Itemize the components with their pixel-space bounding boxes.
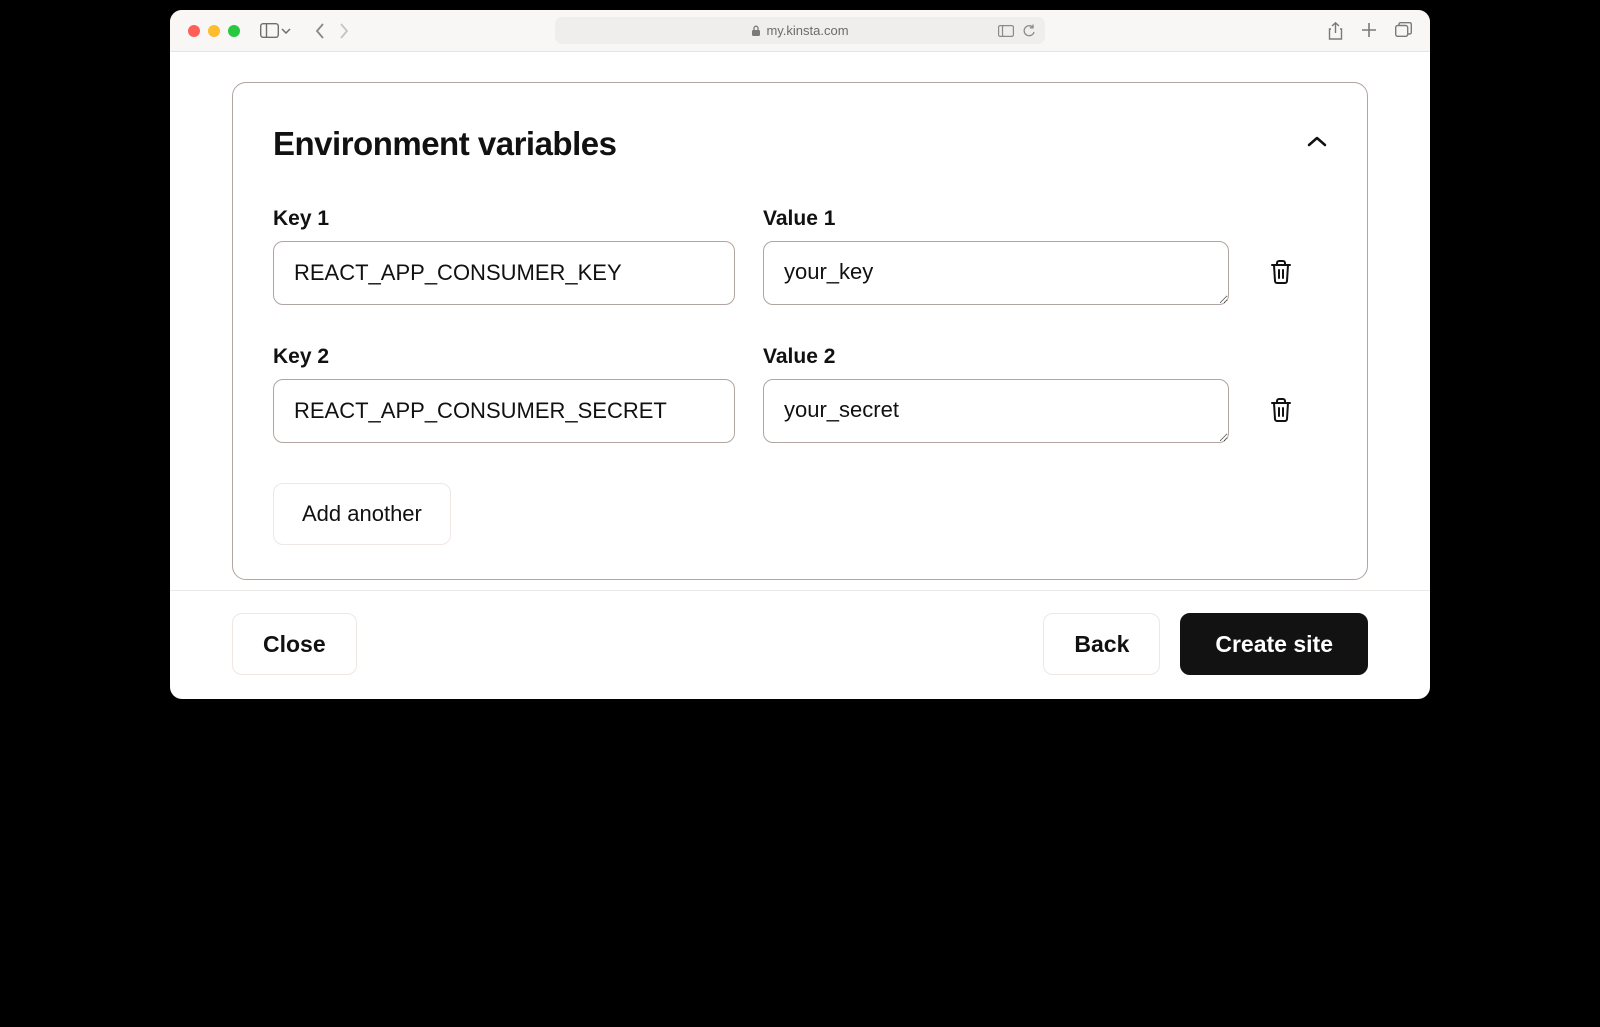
back-button[interactable]: Back: [1043, 613, 1160, 675]
toolbar-left: [260, 23, 349, 39]
env-vars-panel: Environment variables Key 1 Value 1: [232, 82, 1368, 580]
nav-forward-icon[interactable]: [339, 23, 349, 39]
trash-icon: [1269, 259, 1293, 285]
add-another-button[interactable]: Add another: [273, 483, 451, 545]
chevron-down-icon[interactable]: [281, 28, 291, 34]
value-label: Value 2: [763, 345, 1229, 369]
key-label: Key 1: [273, 207, 735, 231]
reader-icon[interactable]: [998, 25, 1014, 37]
new-tab-icon[interactable]: [1361, 22, 1377, 38]
tabs-icon[interactable]: [1395, 22, 1412, 37]
env-var-row: Key 1 Value 1: [273, 207, 1327, 305]
traffic-lights: [188, 25, 240, 37]
key-label: Key 2: [273, 345, 735, 369]
key-input[interactable]: [273, 379, 735, 443]
env-var-row: Key 2 Value 2: [273, 345, 1327, 443]
delete-row-button[interactable]: [1265, 255, 1297, 292]
panel-header: Environment variables: [273, 125, 1327, 163]
create-site-button[interactable]: Create site: [1180, 613, 1368, 675]
page-content: Environment variables Key 1 Value 1: [170, 52, 1430, 580]
window-close-button[interactable]: [188, 25, 200, 37]
lock-icon: [751, 25, 761, 37]
value-label: Value 1: [763, 207, 1229, 231]
share-icon[interactable]: [1328, 22, 1343, 40]
panel-title: Environment variables: [273, 125, 616, 163]
window-minimize-button[interactable]: [208, 25, 220, 37]
close-button[interactable]: Close: [232, 613, 357, 675]
trash-icon: [1269, 397, 1293, 423]
collapse-toggle[interactable]: [1307, 135, 1327, 153]
footer-bar: Close Back Create site: [170, 590, 1430, 699]
url-text: my.kinsta.com: [766, 23, 848, 38]
toolbar-right: [1328, 22, 1412, 40]
reload-icon[interactable]: [1022, 24, 1035, 38]
key-input[interactable]: [273, 241, 735, 305]
delete-row-button[interactable]: [1265, 393, 1297, 430]
nav-back-icon[interactable]: [315, 23, 325, 39]
browser-window: my.kinsta.com Environment variables Key …: [170, 10, 1430, 699]
browser-titlebar: my.kinsta.com: [170, 10, 1430, 52]
sidebar-icon[interactable]: [260, 23, 279, 38]
window-zoom-button[interactable]: [228, 25, 240, 37]
value-input[interactable]: [763, 379, 1229, 443]
url-bar[interactable]: my.kinsta.com: [555, 17, 1045, 44]
chevron-up-icon: [1307, 136, 1327, 148]
value-input[interactable]: [763, 241, 1229, 305]
